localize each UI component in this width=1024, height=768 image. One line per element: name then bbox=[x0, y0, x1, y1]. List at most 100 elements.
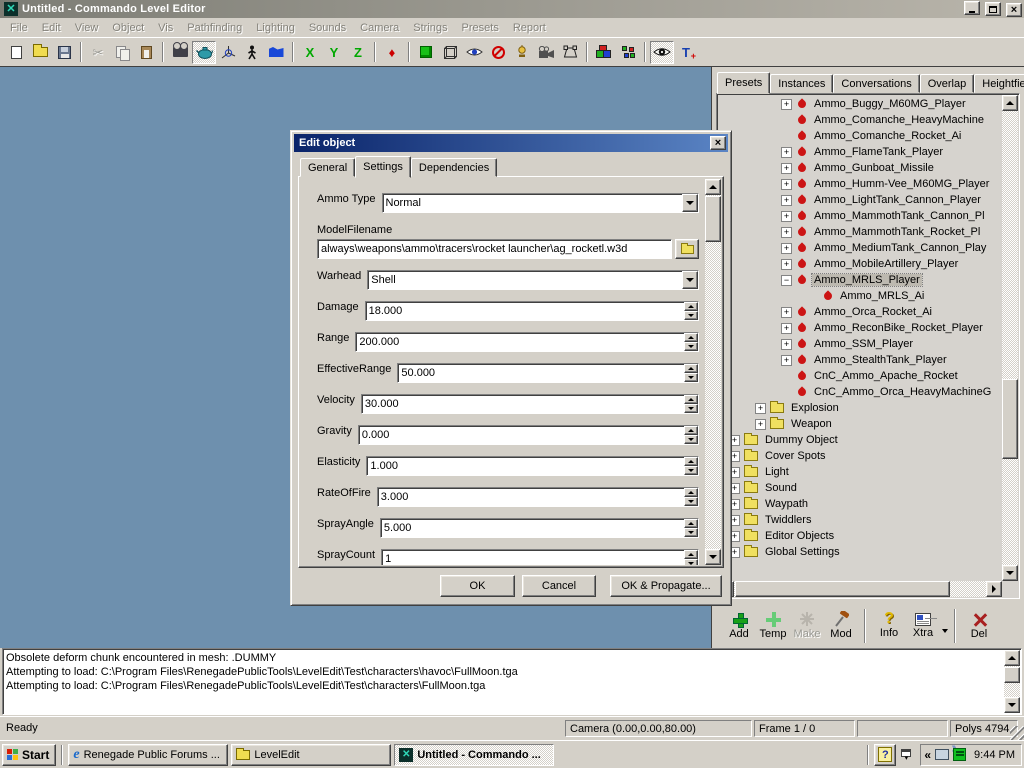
scroll-down-icon[interactable] bbox=[1004, 697, 1020, 713]
tab-general[interactable]: General bbox=[300, 158, 355, 177]
toggle-text-icon[interactable]: T+ bbox=[674, 41, 698, 64]
expand-icon[interactable]: + bbox=[781, 307, 792, 318]
mod-button[interactable]: Mod bbox=[824, 607, 858, 645]
tree-item[interactable]: +Ammo_ReconBike_Rocket_Player bbox=[719, 320, 1001, 336]
spinner-buttons[interactable] bbox=[684, 364, 698, 382]
axis-gizmo-icon[interactable] bbox=[216, 41, 240, 64]
combo-box[interactable]: Shell bbox=[367, 270, 699, 290]
spinner-buttons[interactable] bbox=[684, 550, 698, 565]
tab-instances[interactable]: Instances bbox=[770, 74, 833, 93]
log-scroll-thumb[interactable] bbox=[1004, 667, 1020, 683]
new-file-icon[interactable] bbox=[4, 41, 28, 64]
tree-item[interactable]: +Ammo_Gunboat_Missile bbox=[719, 160, 1001, 176]
tab-conversations[interactable]: Conversations bbox=[833, 74, 919, 93]
spin-input[interactable]: 5.000 bbox=[380, 518, 699, 538]
tree-vscrollbar[interactable] bbox=[1002, 95, 1018, 581]
desktop-band-icon[interactable]: ▾ bbox=[896, 744, 916, 766]
light-source-icon[interactable] bbox=[510, 41, 534, 64]
terrain-icon[interactable] bbox=[264, 41, 288, 64]
temp-button[interactable]: Temp bbox=[756, 607, 790, 645]
axis-y-icon[interactable]: Y bbox=[322, 41, 346, 64]
spinner-buttons[interactable] bbox=[684, 426, 698, 444]
start-button[interactable]: Start bbox=[2, 744, 56, 766]
menu-strings[interactable]: Strings bbox=[406, 20, 454, 36]
tree-item[interactable]: +Ammo_LightTank_Cannon_Player bbox=[719, 192, 1001, 208]
task-renegade-forums[interactable]: e Renegade Public Forums ... bbox=[68, 744, 228, 766]
tree-item[interactable]: CnC_Ammo_Orca_HeavyMachineG bbox=[719, 384, 1001, 400]
scroll-down-icon[interactable] bbox=[1002, 565, 1018, 581]
menu-edit[interactable]: Edit bbox=[35, 20, 68, 36]
tree-item[interactable]: +Ammo_MammothTank_Cannon_Pl bbox=[719, 208, 1001, 224]
dropdown-arrow-icon[interactable] bbox=[682, 194, 698, 212]
tab-presets[interactable]: Presets bbox=[717, 72, 770, 94]
menu-object[interactable]: Object bbox=[105, 20, 151, 36]
del-button[interactable]: Del bbox=[962, 607, 996, 645]
tree-item[interactable]: +Editor Objects bbox=[719, 528, 1001, 544]
expand-icon[interactable]: + bbox=[781, 211, 792, 222]
wireframe-view-icon[interactable] bbox=[438, 41, 462, 64]
make-button[interactable]: Make bbox=[790, 607, 824, 645]
tree-item[interactable]: +Ammo_SSM_Player bbox=[719, 336, 1001, 352]
spin-input[interactable]: 0.000 bbox=[358, 425, 699, 445]
expand-icon[interactable]: + bbox=[781, 259, 792, 270]
expand-icon[interactable]: + bbox=[781, 179, 792, 190]
hide-object-icon[interactable] bbox=[486, 41, 510, 64]
axis-x-icon[interactable]: X bbox=[298, 41, 322, 64]
menu-view[interactable]: View bbox=[68, 20, 106, 36]
menu-vis[interactable]: Vis bbox=[151, 20, 180, 36]
expand-icon[interactable]: + bbox=[781, 195, 792, 206]
tab-settings[interactable]: Settings bbox=[355, 156, 411, 178]
tree-item[interactable]: +Twiddlers bbox=[719, 512, 1001, 528]
camera-view-icon[interactable] bbox=[534, 41, 558, 64]
polygon-tool-icon[interactable] bbox=[558, 41, 582, 64]
scroll-up-icon[interactable] bbox=[705, 179, 721, 195]
collapse-tray-icon[interactable]: « bbox=[924, 749, 931, 761]
scroll-up-icon[interactable] bbox=[1002, 95, 1018, 111]
spin-input[interactable]: 30.000 bbox=[361, 394, 699, 414]
spin-input[interactable]: 18.000 bbox=[365, 301, 699, 321]
help-tray-button[interactable]: ? bbox=[874, 744, 896, 766]
browse-button[interactable] bbox=[675, 239, 699, 259]
tree-item[interactable]: +Ammo_MobileArtillery_Player bbox=[719, 256, 1001, 272]
tree-item[interactable]: +Dummy Object bbox=[719, 432, 1001, 448]
expand-icon[interactable]: + bbox=[755, 419, 766, 430]
axis-z-icon[interactable]: Z bbox=[346, 41, 370, 64]
save-icon[interactable] bbox=[52, 41, 76, 64]
menu-lighting[interactable]: Lighting bbox=[249, 20, 302, 36]
log-scrollbar[interactable] bbox=[1004, 650, 1020, 713]
tree-item[interactable]: +Ammo_FlameTank_Player bbox=[719, 144, 1001, 160]
show-object-icon[interactable] bbox=[462, 41, 486, 64]
xtra-dropdown-icon[interactable] bbox=[942, 629, 948, 636]
tree-item[interactable]: Ammo_Comanche_Rocket_Ai bbox=[719, 128, 1001, 144]
open-file-icon[interactable] bbox=[28, 41, 52, 64]
ungroup-objects-icon[interactable] bbox=[616, 41, 640, 64]
tree-item[interactable]: +Light bbox=[719, 464, 1001, 480]
expand-icon[interactable]: + bbox=[781, 163, 792, 174]
toggle-visibility-icon[interactable] bbox=[650, 41, 674, 64]
expand-icon[interactable]: + bbox=[781, 339, 792, 350]
network-computer-icon[interactable] bbox=[935, 749, 949, 760]
solid-view-icon[interactable] bbox=[414, 41, 438, 64]
dialog-scrollbar[interactable] bbox=[705, 179, 721, 565]
tree-item[interactable]: +Global Settings bbox=[719, 544, 1001, 560]
menu-presets[interactable]: Presets bbox=[455, 20, 506, 36]
dropdown-arrow-icon[interactable] bbox=[682, 271, 698, 289]
cut-icon[interactable]: ✂ bbox=[86, 41, 110, 64]
ok-propagate-button[interactable]: OK & Propagate... bbox=[610, 575, 722, 597]
maximize-button[interactable] bbox=[985, 2, 1001, 16]
tab-heightfield[interactable]: Heightfield bbox=[974, 74, 1024, 93]
tree-item[interactable]: +Ammo_MediumTank_Cannon_Play bbox=[719, 240, 1001, 256]
tree-item[interactable]: +Ammo_MammothTank_Rocket_Pl bbox=[719, 224, 1001, 240]
expand-icon[interactable]: + bbox=[781, 323, 792, 334]
object-mode-icon[interactable] bbox=[192, 41, 216, 64]
tree-item[interactable]: Ammo_MRLS_Ai bbox=[719, 288, 1001, 304]
tree-item[interactable]: +Ammo_Buggy_M60MG_Player bbox=[719, 96, 1001, 112]
connection-icon[interactable] bbox=[953, 748, 966, 761]
spin-input[interactable]: 200.000 bbox=[355, 332, 699, 352]
expand-icon[interactable]: + bbox=[781, 147, 792, 158]
spin-input[interactable]: 3.000 bbox=[377, 487, 699, 507]
drop-to-ground-icon[interactable]: ♦ bbox=[380, 41, 404, 64]
expand-icon[interactable]: + bbox=[781, 243, 792, 254]
close-button[interactable]: × bbox=[1006, 3, 1022, 17]
spinner-buttons[interactable] bbox=[684, 488, 698, 506]
